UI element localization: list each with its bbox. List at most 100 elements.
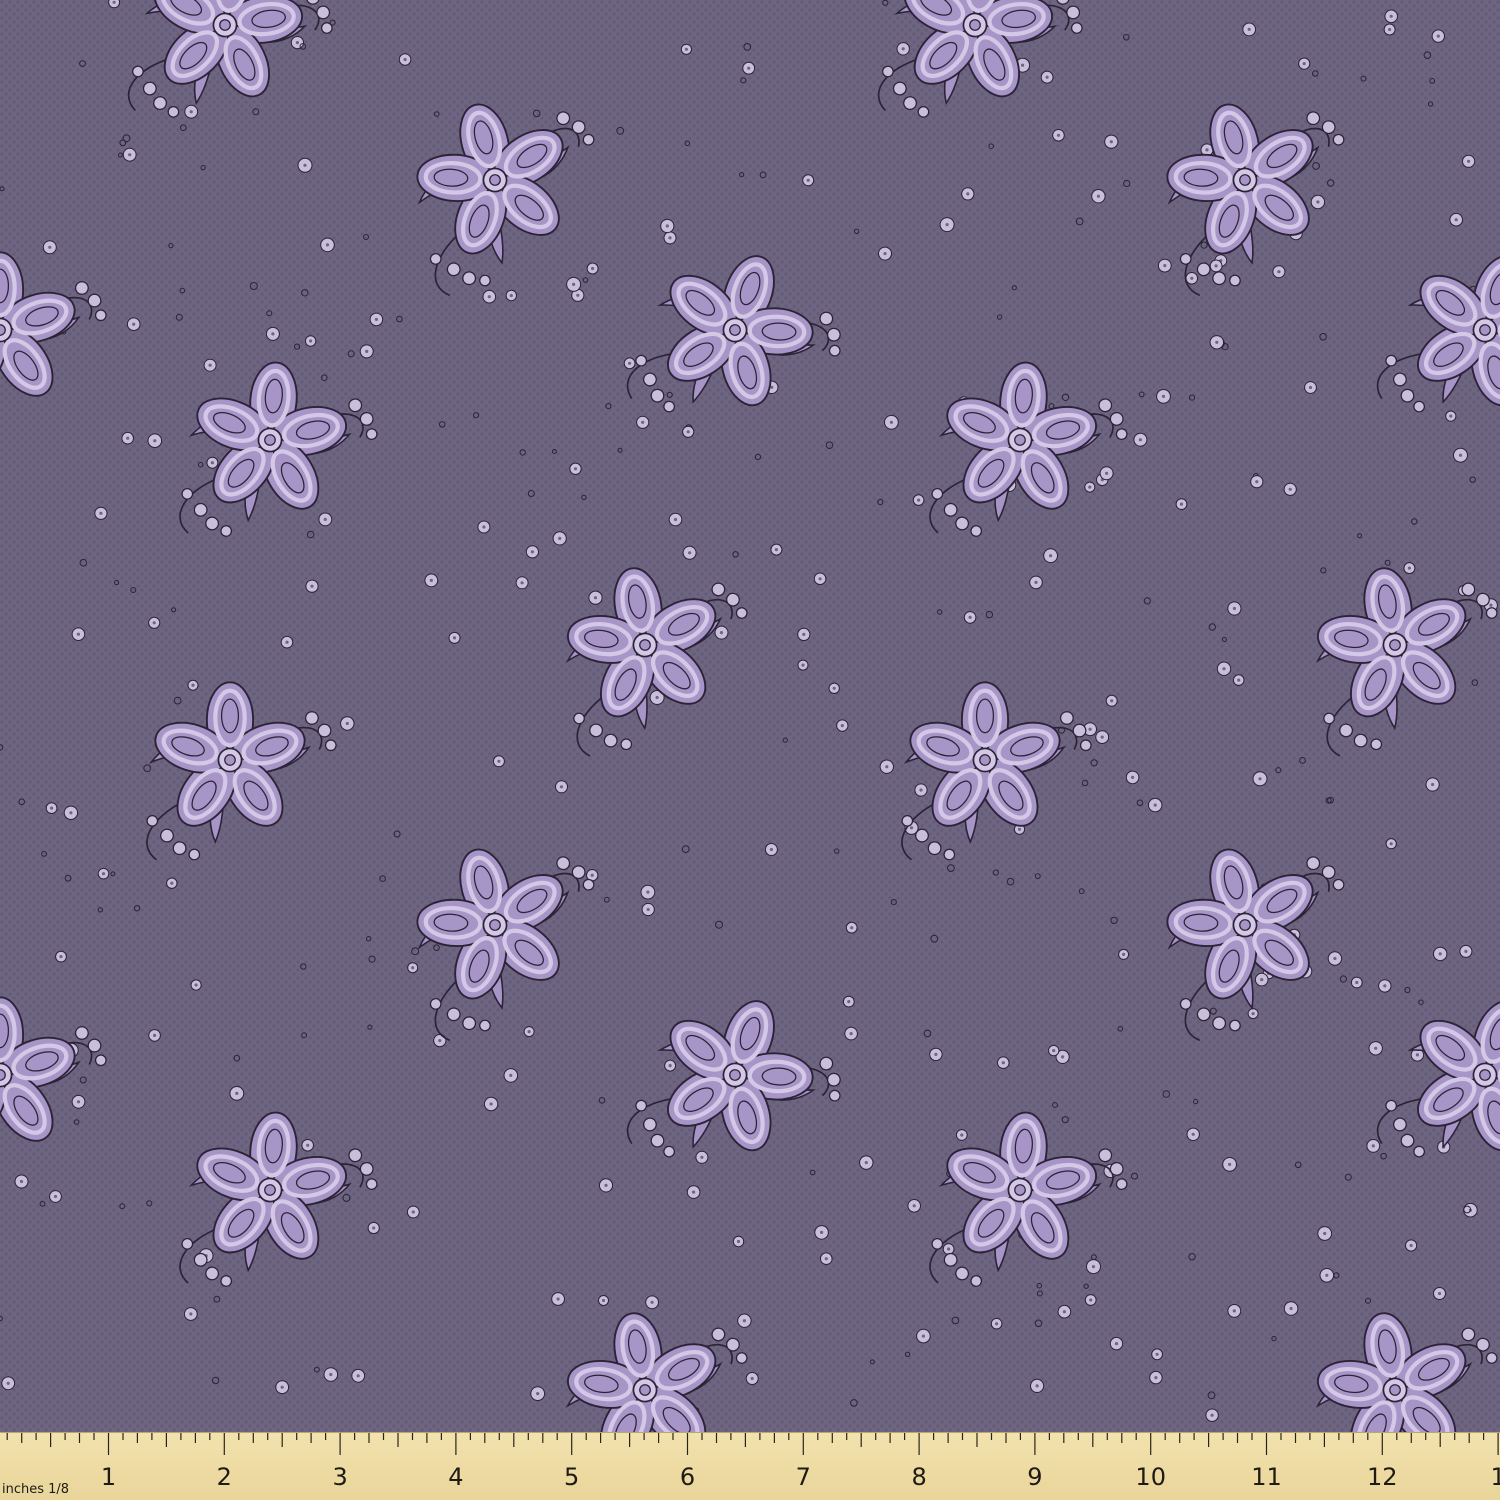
dot-center [126,436,130,440]
dot-center [452,636,457,640]
dot-center [573,467,578,471]
ruler-number: 4 [448,1463,463,1491]
dot-center [482,525,486,529]
dot-center [665,224,669,228]
dot-center [1091,1265,1096,1269]
dot-center [280,1385,284,1389]
dot-center [520,581,524,585]
dot-center [306,1143,310,1147]
dot-center [1155,1352,1159,1356]
dot-center [832,686,836,690]
dot-center [1100,735,1104,739]
dot-center [1109,140,1113,144]
dot-center [48,245,52,249]
dot-center [1323,1231,1327,1236]
dot-center [210,461,214,465]
dot-center [1489,603,1493,607]
dot-center [1215,340,1219,344]
dot-center [1096,194,1100,198]
dot-center [1374,1046,1378,1050]
ruler-number: 1 [1490,1463,1500,1491]
dot-center [1431,782,1435,787]
dot-center [1161,394,1166,398]
dot-center [189,1312,193,1316]
fabric-swatch: 1 2 3 4 5 6 7 8 9 10 11 12 1 inches 1/8 [0,0,1500,1500]
dot-center [820,1230,824,1234]
dot-center [329,1372,333,1377]
dot-center [646,907,650,912]
dot-center [170,881,174,885]
dot-center [50,806,54,810]
dot-center [411,1210,415,1214]
dot-center [1251,1012,1255,1016]
dot-center [295,41,299,45]
dot-center [1355,980,1359,985]
dot-center [429,578,433,583]
dot-center [153,1033,157,1037]
dot-center [132,322,136,326]
dot-center [487,295,491,299]
dot-center [1415,1053,1419,1057]
dot-center [489,1102,493,1106]
dot-center [1333,956,1337,961]
dot-center [1389,842,1393,846]
dot-center [1131,775,1135,780]
dot-center [1438,952,1442,956]
dot-center [650,1300,654,1304]
dot-center [1034,580,1038,585]
floral-pattern [0,0,1500,1432]
dot-center [559,785,564,789]
pattern-graphic [0,0,1500,1432]
dot-center [19,1179,24,1184]
dot-center [966,192,970,196]
dot-center [556,1297,560,1301]
dot-center [628,361,632,365]
ruler-number: 10 [1135,1463,1166,1491]
dot-center [6,1381,10,1385]
dot-center [1105,471,1109,475]
dot-center [303,163,307,167]
ruler-number: 3 [332,1463,347,1491]
dot-center [591,266,595,271]
dot-center [909,826,914,830]
dot-center [558,536,562,541]
dot-center [1258,777,1262,781]
dot-center [646,890,650,894]
dot-center [883,252,887,256]
dot-center [912,1204,916,1208]
dot-center [208,363,212,367]
dot-center [1325,1273,1329,1277]
dot-center [947,1247,951,1251]
dot-center [719,631,724,635]
dot-center [1316,200,1320,204]
dot-center [824,1257,828,1261]
dot-center [572,282,576,286]
dot-center [1228,1162,1232,1166]
dot-center [1001,1061,1005,1065]
dot-center [153,439,157,443]
dot-center [372,1226,376,1230]
ruler-number: 1 [101,1463,116,1491]
dot-center [1163,264,1167,268]
dot-center [527,1030,531,1034]
dot-center [1114,1342,1119,1346]
dot-center [688,551,692,555]
dot-center [285,640,289,644]
ruler-ticks: 1 2 3 4 5 6 7 8 9 10 11 12 1 [6,1433,1500,1491]
dot-center [1210,1413,1214,1417]
dot-center [673,517,678,522]
dot-center [692,1190,696,1194]
dot-center [1437,1291,1442,1296]
dot-center [1045,75,1049,79]
dot-center [1110,699,1114,703]
dot-center [191,683,195,687]
dot-center [1021,63,1025,67]
dot-center [345,721,349,726]
dot-center [934,1052,938,1056]
dot-center [59,955,63,959]
dot-center [309,339,313,343]
dot-center [1232,606,1236,611]
dot-center [742,1319,747,1323]
dot-center [128,153,132,157]
dot-center [700,1155,704,1159]
